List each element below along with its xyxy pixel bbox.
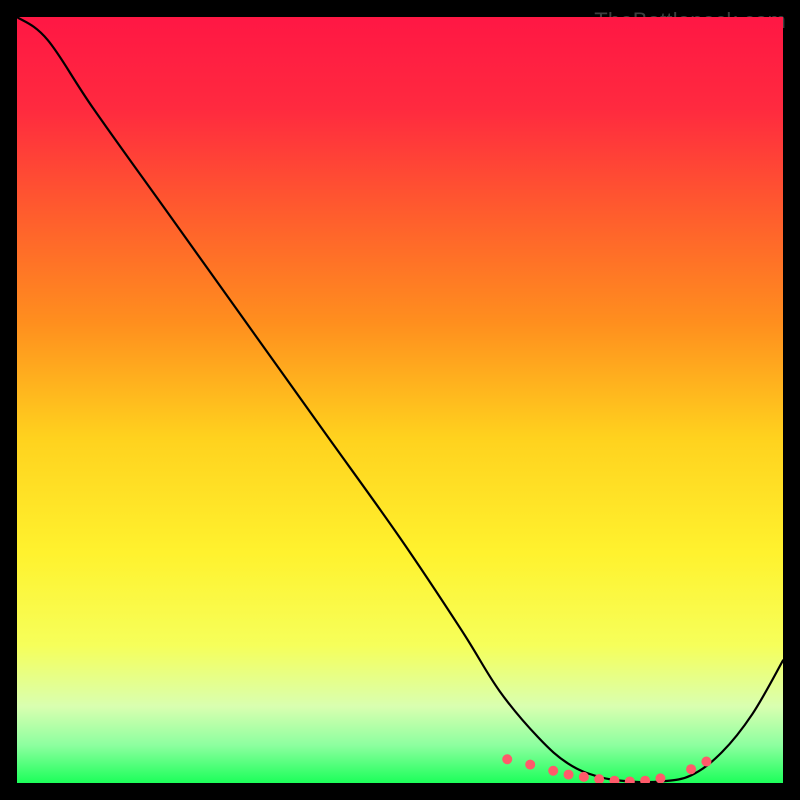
- marker-dot: [548, 766, 558, 776]
- curve-line: [17, 17, 783, 782]
- marker-dot: [625, 776, 635, 783]
- marker-dot: [655, 773, 665, 783]
- chart-container: TheBottleneck.com: [0, 0, 800, 800]
- marker-dot: [525, 760, 535, 770]
- marker-dot: [564, 770, 574, 780]
- marker-dot: [502, 754, 512, 764]
- marker-dot: [579, 772, 589, 782]
- curve-layer: [17, 17, 783, 783]
- plot-area: [17, 17, 783, 783]
- marker-dot: [640, 776, 650, 783]
- marker-dot: [701, 757, 711, 767]
- marker-dot: [686, 764, 696, 774]
- marker-dot: [609, 776, 619, 783]
